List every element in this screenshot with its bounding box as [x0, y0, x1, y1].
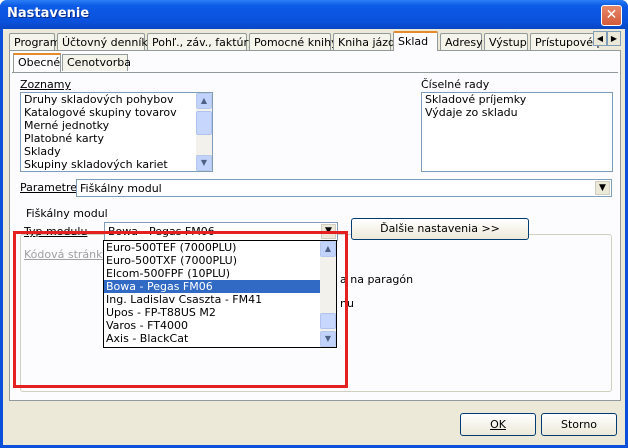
- main-tabs: Program Účtovný denník Pohľ., záv., fakt…: [9, 31, 599, 51]
- tab-pohladavky[interactable]: Pohľ., záv., faktúry: [147, 33, 255, 51]
- tab-scroll-right-button[interactable]: ▶: [607, 31, 621, 46]
- chevron-down-icon[interactable]: ▼: [595, 181, 610, 195]
- list-item[interactable]: Skladové príjemky: [422, 93, 612, 106]
- scroll-thumb[interactable]: [196, 111, 212, 135]
- tab-pristupove-prava[interactable]: Prístupové pr: [530, 33, 599, 51]
- list-item[interactable]: Druhy skladových pohybov: [21, 93, 212, 106]
- list-item[interactable]: Merné jednotky: [21, 119, 212, 132]
- chevron-up-icon: ▲: [200, 96, 208, 105]
- chevron-right-icon: ▶: [610, 34, 618, 43]
- scroll-down-button[interactable]: ▼: [196, 155, 212, 171]
- close-icon: ✕: [605, 7, 618, 23]
- title-bar[interactable]: Nastavenie ✕: [0, 0, 628, 29]
- window-title: Nastavenie: [7, 6, 90, 21]
- ok-button[interactable]: OK: [460, 413, 536, 436]
- chevron-left-icon: ◀: [596, 34, 604, 43]
- chevron-down-icon: ▼: [200, 158, 208, 167]
- tab-uctovny-dennik[interactable]: Účtovný denník: [57, 33, 148, 51]
- settings-window: Nastavenie ✕ Program Účtovný denník Pohľ…: [0, 0, 628, 448]
- tab-kniha-jazd[interactable]: Kniha jázd: [333, 33, 395, 51]
- dialog-client: Program Účtovný denník Pohľ., záv., fakt…: [3, 29, 625, 445]
- close-button[interactable]: ✕: [601, 5, 622, 26]
- parametre-label: Parametre: [20, 181, 77, 194]
- subtab-obecne[interactable]: Obecné: [13, 53, 61, 72]
- ciselne-rady-label: Číselné rady: [421, 78, 490, 91]
- tab-vystup[interactable]: Výstup: [484, 33, 528, 51]
- storno-button[interactable]: Storno: [541, 413, 617, 436]
- red-highlight-box: [13, 231, 348, 388]
- scroll-up-button[interactable]: ▲: [196, 93, 212, 109]
- tab-pomocne-knihy[interactable]: Pomocné knihy: [249, 33, 338, 51]
- tab-adresy[interactable]: Adresy: [440, 33, 483, 51]
- tab-program[interactable]: Program: [9, 33, 60, 51]
- list-item[interactable]: Katalogové skupiny tovarov: [21, 106, 212, 119]
- subtab-cenotvorba-label: Cenotvorba: [67, 56, 131, 69]
- subtab-obecne-label: Obecné: [18, 56, 61, 69]
- parametre-value: Fiškálny modul: [80, 182, 162, 195]
- list-item[interactable]: Výdaje zo skladu: [422, 106, 612, 119]
- tab-sklad[interactable]: Sklad: [393, 31, 438, 51]
- zoznamy-listbox[interactable]: Druhy skladových pohybov Katalogové skup…: [20, 92, 213, 172]
- list-item[interactable]: Platobné karty: [21, 132, 212, 145]
- dalsie-nastavenia-button[interactable]: Ďalšie nastavenia >>: [351, 218, 529, 240]
- fiskalny-modul-group-label: Fiškálny modul: [24, 207, 110, 220]
- zoznamy-scrollbar[interactable]: ▲ ▼: [196, 93, 212, 171]
- zoznamy-label: Zoznamy: [20, 78, 71, 91]
- subtab-cenotvorba[interactable]: Cenotvorba: [62, 54, 131, 71]
- subtab-divider: [12, 72, 618, 73]
- ciselne-rady-listbox[interactable]: Skladové príjemky Výdaje zo skladu: [421, 92, 613, 172]
- list-item[interactable]: Skupiny skladových kariet: [21, 158, 212, 171]
- paragon-option-text: a na paragón: [340, 273, 414, 286]
- tab-scroll-left-button[interactable]: ◀: [593, 31, 607, 46]
- list-item[interactable]: Sklady: [21, 145, 212, 158]
- ok-label: OK: [490, 418, 506, 431]
- parametre-select[interactable]: Fiškálny modul ▼: [76, 179, 612, 197]
